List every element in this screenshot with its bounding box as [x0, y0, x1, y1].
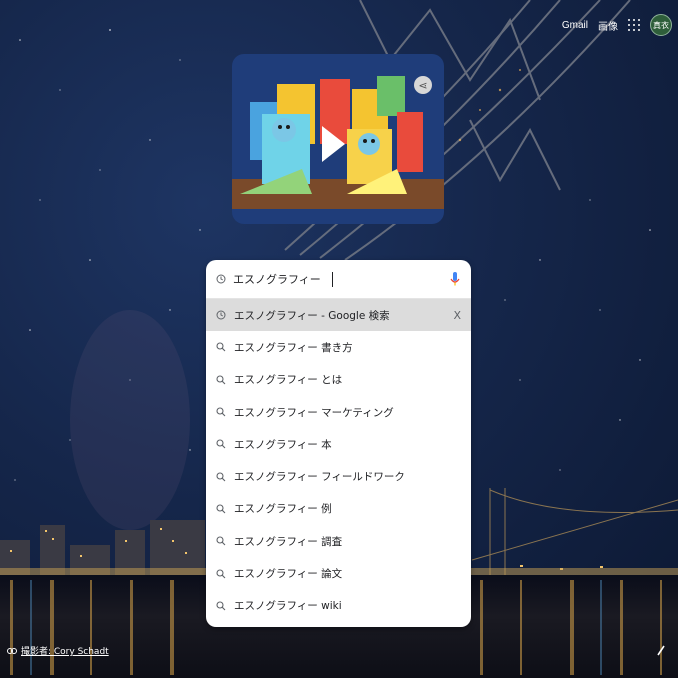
- suggestion-item[interactable]: エスノグラフィー 書き方: [206, 331, 471, 363]
- top-bar: Gmail 画像 真衣: [562, 14, 672, 36]
- search-icon: [216, 568, 226, 578]
- search-icon: [216, 375, 226, 385]
- search-icon: [216, 407, 226, 417]
- suggestion-item[interactable]: エスノグラフィー 論文: [206, 557, 471, 589]
- suggestion-text: エスノグラフィー 論文: [234, 568, 343, 581]
- suggestion-text: エスノグラフィー とは: [234, 374, 343, 387]
- search-icon: [216, 601, 226, 611]
- remove-suggestion-button[interactable]: X: [453, 309, 461, 322]
- link-icon: [7, 647, 17, 654]
- search-input-row[interactable]: エスノグラフィー: [206, 260, 471, 299]
- pencil-icon[interactable]: [656, 644, 666, 656]
- search-icon: [216, 439, 226, 449]
- gmail-link[interactable]: Gmail: [562, 20, 588, 31]
- suggestion-text: エスノグラフィー - Google 検索: [234, 309, 390, 322]
- search-icon: [216, 536, 226, 546]
- microphone-icon[interactable]: [449, 271, 461, 287]
- suggestion-item[interactable]: エスノグラフィー マーケティング: [206, 396, 471, 428]
- images-link[interactable]: 画像: [598, 18, 618, 33]
- doodle-artwork: [232, 76, 444, 209]
- google-doodle[interactable]: ⋖: [232, 54, 444, 224]
- share-icon[interactable]: ⋖: [414, 76, 432, 94]
- suggestion-item[interactable]: エスノグラフィー - Google 検索 X: [206, 299, 471, 332]
- history-icon: [216, 274, 226, 284]
- suggestion-text: エスノグラフィー マーケティング: [234, 406, 394, 419]
- photo-credit[interactable]: 撮影者: Cory Schadt: [7, 644, 109, 657]
- account-avatar[interactable]: 真衣: [650, 14, 672, 36]
- suggestion-item[interactable]: エスノグラフィー wiki: [206, 590, 471, 622]
- photo-credit-text[interactable]: 撮影者: Cory Schadt: [21, 644, 109, 657]
- suggestion-text: エスノグラフィー 書き方: [234, 341, 353, 354]
- suggestion-item[interactable]: エスノグラフィー 例: [206, 493, 471, 525]
- text-cursor: [331, 271, 333, 287]
- suggestion-item[interactable]: エスノグラフィー とは: [206, 364, 471, 396]
- search-icon: [216, 504, 226, 514]
- suggestion-item[interactable]: エスノグラフィー 本: [206, 428, 471, 460]
- search-icon: [216, 342, 226, 352]
- suggestion-text: エスノグラフィー wiki: [234, 600, 342, 613]
- search-icon: [216, 472, 226, 482]
- history-icon: [216, 310, 226, 320]
- suggestion-text: エスノグラフィー フィールドワーク: [234, 471, 405, 484]
- suggestion-text: エスノグラフィー 例: [234, 503, 332, 516]
- suggestion-item[interactable]: エスノグラフィー 調査: [206, 525, 471, 557]
- search-input[interactable]: エスノグラフィー: [233, 271, 321, 287]
- suggestion-text: エスノグラフィー 調査: [234, 535, 343, 548]
- search-dropdown: エスノグラフィー エスノグラフィー - Google 検索 X エスノグラフィー…: [206, 260, 471, 627]
- suggestion-text: エスノグラフィー 本: [234, 438, 332, 451]
- apps-grid-icon[interactable]: [628, 19, 640, 31]
- suggestion-item[interactable]: エスノグラフィー フィールドワーク: [206, 460, 471, 492]
